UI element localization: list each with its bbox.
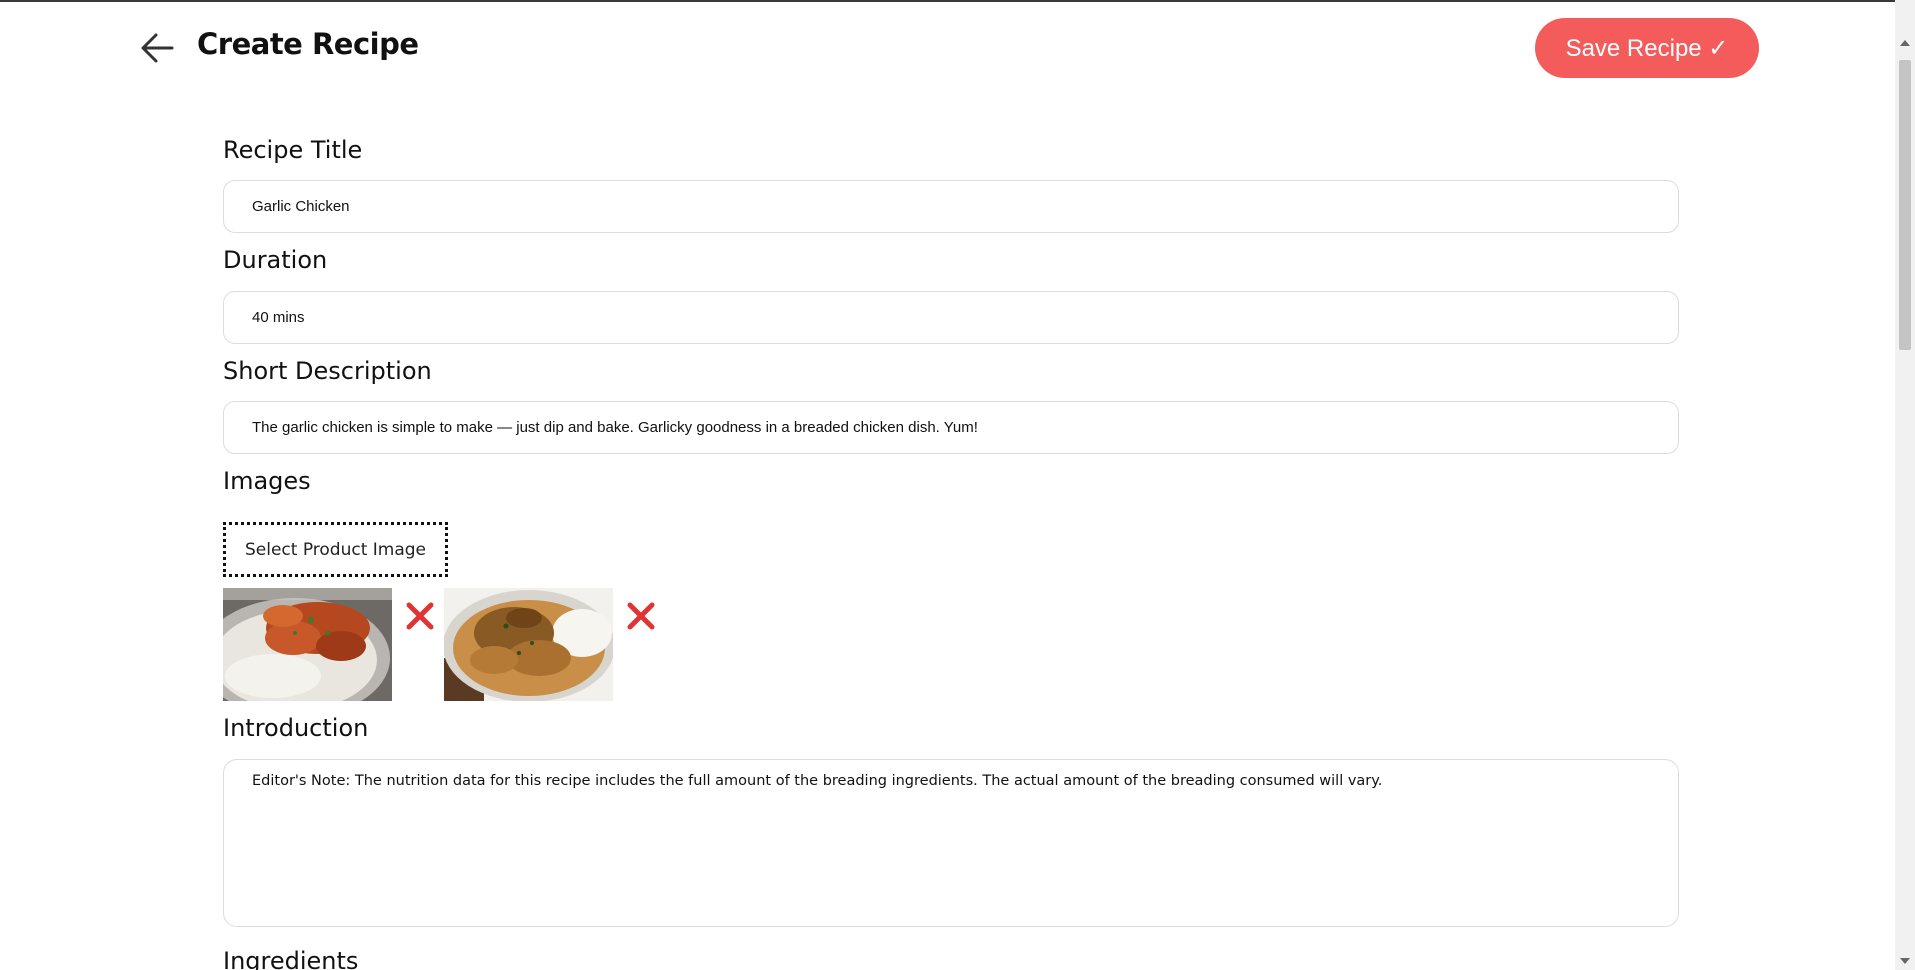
recipe-title-label: Recipe Title: [223, 136, 363, 164]
close-icon: [627, 602, 655, 630]
images-label: Images: [223, 467, 311, 495]
remove-image-1-button[interactable]: [404, 600, 436, 632]
scroll-up-arrow-icon[interactable]: [1900, 40, 1910, 46]
scroll-thumb[interactable]: [1899, 60, 1911, 350]
chicken-rice-image-1: [223, 588, 392, 701]
close-icon: [406, 602, 434, 630]
short-description-input[interactable]: [223, 401, 1679, 454]
duration-label: Duration: [223, 246, 328, 274]
chicken-rice-image-2: [444, 588, 613, 701]
remove-image-2-button[interactable]: [625, 600, 657, 632]
ingredients-label: Ingredients: [223, 947, 359, 970]
page-scrollbar[interactable]: [1895, 0, 1915, 970]
introduction-label: Introduction: [223, 714, 369, 742]
introduction-textarea[interactable]: Editor's Note: The nutrition data for th…: [223, 759, 1679, 927]
short-description-label: Short Description: [223, 357, 432, 385]
save-recipe-button[interactable]: Save Recipe ✓: [1535, 18, 1759, 78]
recipe-title-input[interactable]: [223, 180, 1679, 233]
select-product-image-button[interactable]: Select Product Image: [223, 522, 448, 577]
scroll-down-arrow-icon[interactable]: [1900, 958, 1910, 964]
duration-input[interactable]: [223, 291, 1679, 344]
page-title: Create Recipe: [197, 27, 419, 61]
page-header: Create Recipe Save Recipe ✓: [0, 0, 1895, 95]
back-button[interactable]: [138, 30, 178, 66]
arrow-left-icon: [141, 33, 174, 63]
